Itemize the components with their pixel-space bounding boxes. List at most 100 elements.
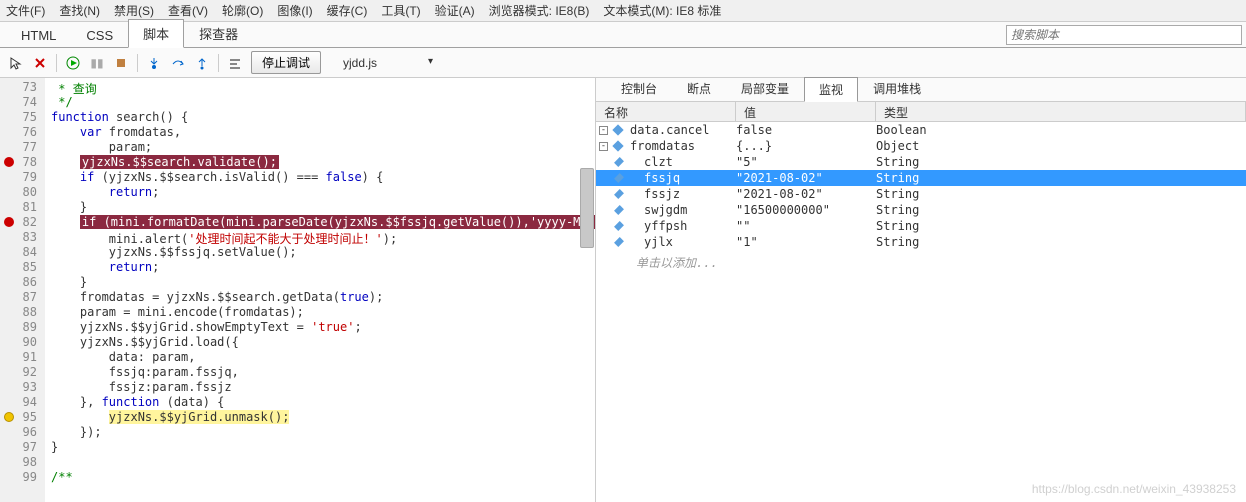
line-gutter: 7374757677787980818283848586878889909192… [0,78,45,502]
watch-name: fromdatas [626,139,736,153]
code-line[interactable]: if (mini.formatDate(mini.parseDate(yjzxN… [45,215,595,230]
breakpoint-icon[interactable] [4,217,14,227]
code-line[interactable]: */ [45,95,595,110]
code-line[interactable] [45,455,595,470]
step-out-icon[interactable] [194,55,210,71]
file-selector[interactable]: yjdd.js [337,54,437,72]
menu-item[interactable]: 浏览器模式: IE8(B) [489,2,590,19]
right-tab[interactable]: 局部变量 [726,76,804,101]
code-line[interactable]: function search() { [45,110,595,125]
watch-name: yjlx [626,235,736,249]
add-watch[interactable]: 单击以添加... [596,254,1246,271]
search-input[interactable] [1006,25,1242,45]
code-line[interactable]: }); [45,425,595,440]
pointer-icon[interactable] [8,55,24,71]
code-line[interactable]: param; [45,140,595,155]
separator [56,54,57,72]
right-tab[interactable]: 断点 [672,76,726,101]
code-line[interactable]: if (yjzxNs.$$search.isValid() === false)… [45,170,595,185]
right-tab[interactable]: 调用堆栈 [858,76,936,101]
watch-row[interactable]: swjgdm"16500000000"String [596,202,1246,218]
property-icon [614,205,624,215]
watch-type: String [876,235,1246,249]
watch-row[interactable]: yjlx"1"String [596,234,1246,250]
menu-item[interactable]: 图像(I) [277,2,312,19]
debug-toolbar: ▮▮ 停止调试 yjdd.js [0,48,1246,78]
break-icon[interactable] [113,55,129,71]
pause-icon[interactable]: ▮▮ [89,55,105,71]
watch-row[interactable]: -fromdatas{...}Object [596,138,1246,154]
scrollbar-thumb[interactable] [580,168,594,248]
watermark: https://blog.csdn.net/weixin_43938253 [1032,482,1236,496]
col-type[interactable]: 类型 [876,102,1246,121]
code-line[interactable]: yjzxNs.$$fssjq.setValue(); [45,245,595,260]
code-line[interactable]: * 查询 [45,80,595,95]
code-line[interactable]: yjzxNs.$$yjGrid.load({ [45,335,595,350]
breakpoint-icon[interactable] [4,412,14,422]
menu-item[interactable]: 查看(V) [168,2,208,19]
code-line[interactable]: }, function (data) { [45,395,595,410]
menu-item[interactable]: 验证(A) [435,2,475,19]
code-line[interactable]: yjzxNs.$$yjGrid.showEmptyText = 'true'; [45,320,595,335]
menu-item[interactable]: 查找(N) [59,2,100,19]
watch-type: String [876,219,1246,233]
right-tab[interactable]: 监视 [804,77,858,102]
property-icon [614,221,624,231]
watch-row[interactable]: yffpsh""String [596,218,1246,234]
code-line[interactable]: } [45,200,595,215]
right-tabs: 控制台断点局部变量监视调用堆栈 [596,78,1246,102]
col-name[interactable]: 名称 [596,102,736,121]
play-icon[interactable] [65,55,81,71]
menu-item[interactable]: 工具(T) [381,2,420,19]
code-line[interactable]: } [45,275,595,290]
code-line[interactable]: yjzxNs.$$search.validate(); [45,155,595,170]
watch-name: data.cancel [626,123,736,137]
watch-name: fssjq [626,171,736,185]
watch-value: {...} [736,139,876,153]
code-line[interactable]: data: param, [45,350,595,365]
code-line[interactable]: var fromdatas, [45,125,595,140]
stop-debug-button[interactable]: 停止调试 [251,51,321,74]
step-over-icon[interactable] [170,55,186,71]
code-line[interactable]: param = mini.encode(fromdatas); [45,305,595,320]
tree-toggle-icon[interactable]: - [599,142,608,151]
menu-item[interactable]: 轮廓(O) [222,2,263,19]
watch-value: "2021-08-02" [736,171,876,185]
menu-item[interactable]: 禁用(S) [114,2,154,19]
tab-html[interactable]: HTML [6,23,71,47]
watch-value: "2021-08-02" [736,187,876,201]
property-icon [614,237,624,247]
tree-toggle-icon[interactable]: - [599,126,608,135]
code-line[interactable]: mini.alert('处理时间起不能大于处理时间止！'); [45,230,595,245]
watch-row[interactable]: -data.cancelfalseBoolean [596,122,1246,138]
code-area[interactable]: * 查询 */function search() { var fromdatas… [45,78,595,502]
code-line[interactable]: fromdatas = yjzxNs.$$search.getData(true… [45,290,595,305]
code-line[interactable]: fssjz:param.fssjz [45,380,595,395]
menu-item[interactable]: 缓存(C) [327,2,368,19]
clear-icon[interactable] [32,55,48,71]
watch-name: fssjz [626,187,736,201]
code-line[interactable]: return; [45,260,595,275]
menu-item[interactable]: 文件(F) [6,2,45,19]
watch-row[interactable]: fssjz"2021-08-02"String [596,186,1246,202]
tab-探查器[interactable]: 探查器 [184,19,253,47]
menu-item[interactable]: 文本模式(M): IE8 标准 [603,2,721,19]
watch-type: String [876,171,1246,185]
breakpoint-icon[interactable] [4,157,14,167]
format-icon[interactable] [227,55,243,71]
watch-row[interactable]: clzt"5"String [596,154,1246,170]
code-line[interactable]: return; [45,185,595,200]
property-icon [612,140,623,151]
tab-脚本[interactable]: 脚本 [128,19,184,48]
step-into-icon[interactable] [146,55,162,71]
col-value[interactable]: 值 [736,102,876,121]
right-tab[interactable]: 控制台 [606,76,672,101]
code-line[interactable]: yjzxNs.$$yjGrid.unmask(); [45,410,595,425]
code-line[interactable]: /** [45,470,595,485]
code-line[interactable]: fssjq:param.fssjq, [45,365,595,380]
right-pane: 控制台断点局部变量监视调用堆栈 名称 值 类型 -data.cancelfals… [596,78,1246,502]
property-icon [614,157,624,167]
watch-row[interactable]: fssjq"2021-08-02"String [596,170,1246,186]
code-line[interactable]: } [45,440,595,455]
tab-css[interactable]: CSS [71,23,128,47]
